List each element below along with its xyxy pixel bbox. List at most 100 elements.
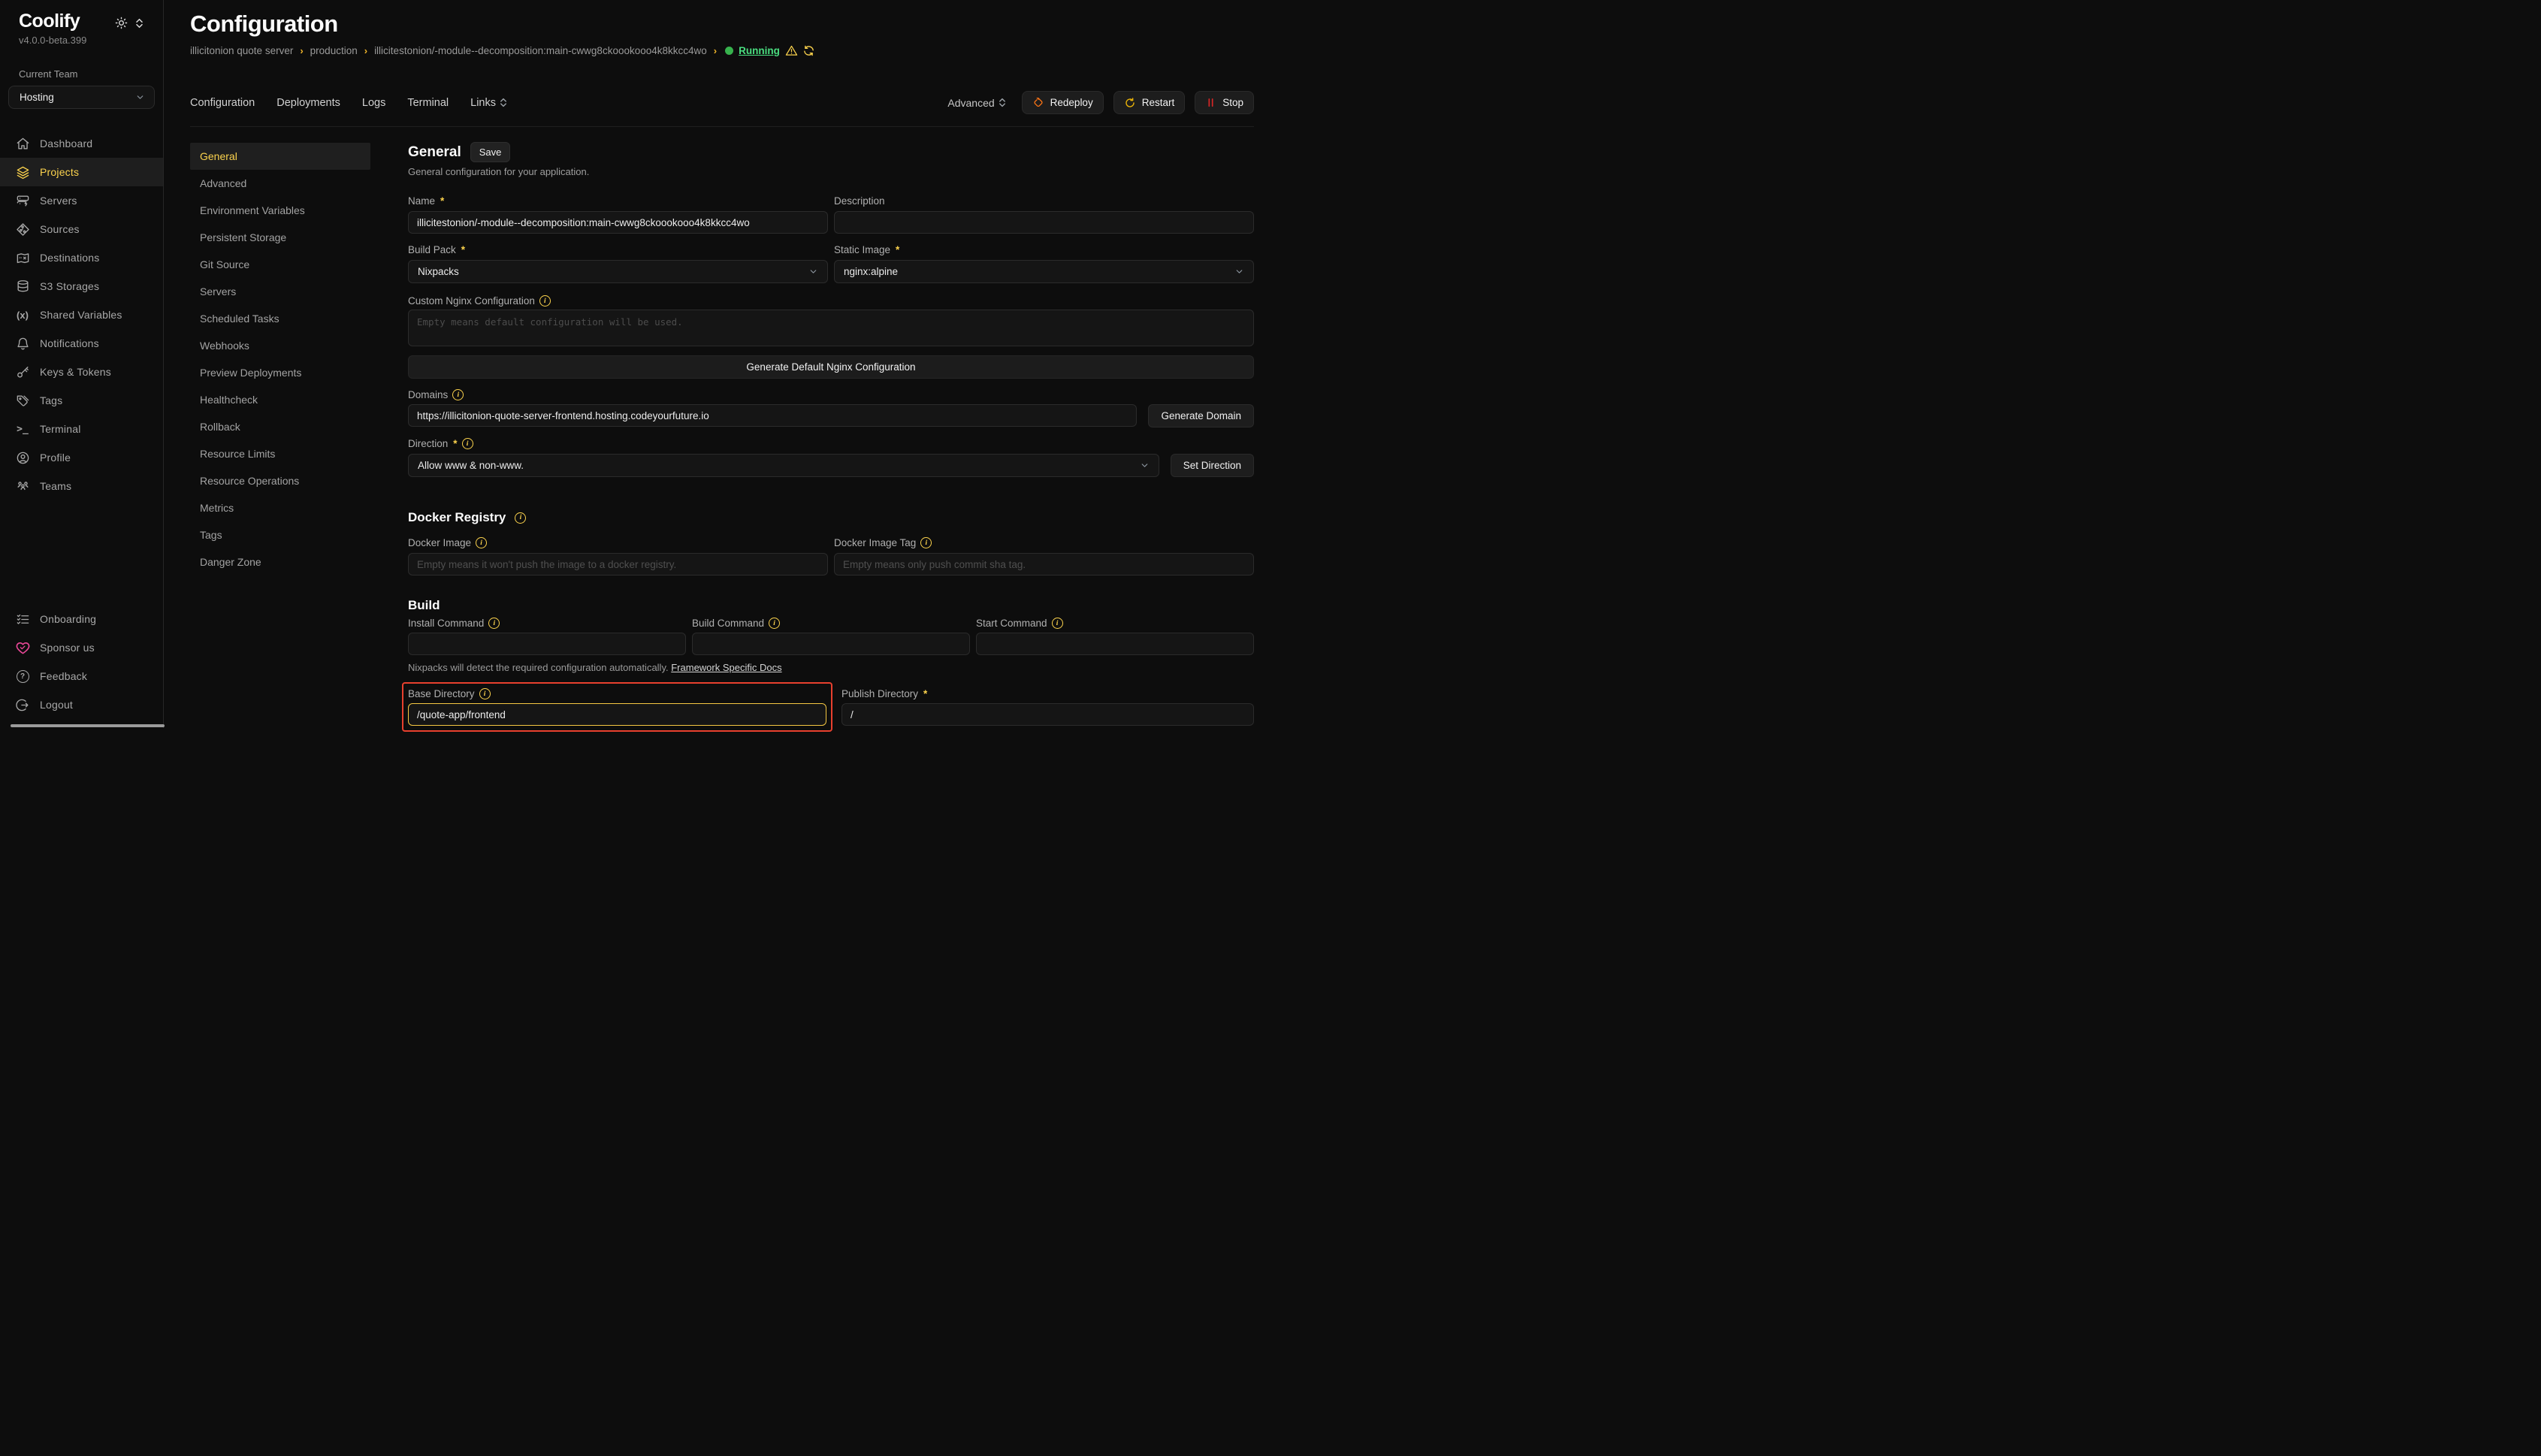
info-icon: i [769, 618, 780, 629]
subnav-tags[interactable]: Tags [190, 521, 370, 548]
sidebar-item-s3-storages[interactable]: S3 Storages [0, 272, 163, 301]
sidebar-item-projects[interactable]: Projects [0, 158, 163, 186]
horizontal-scrollbar[interactable] [11, 724, 165, 727]
required-asterisk [461, 244, 465, 255]
status-running-link[interactable]: Running [739, 45, 780, 56]
install-command-input[interactable] [408, 633, 686, 655]
build-pack-select[interactable]: Nixpacks [408, 260, 828, 283]
sidebar-item-sponsor-us[interactable]: Sponsor us [0, 633, 163, 662]
subnav-general[interactable]: General [190, 143, 370, 170]
static-image-select[interactable]: nginx:alpine [834, 260, 1254, 283]
direction-label: Direction [408, 438, 448, 449]
tabs-row: Configuration Deployments Logs Terminal … [190, 91, 1254, 114]
sidebar-item-feedback[interactable]: ? Feedback [0, 662, 163, 690]
tab-links[interactable]: Links [470, 97, 507, 109]
sidebar-item-destinations[interactable]: Destinations [0, 243, 163, 272]
sidebar-nav: Dashboard Projects Servers Sources Desti… [0, 129, 163, 500]
install-command-label: Install Command [408, 618, 484, 629]
restart-button[interactable]: Restart [1113, 91, 1186, 114]
subnav-resource-operations[interactable]: Resource Operations [190, 467, 370, 494]
sidebar-item-dashboard[interactable]: Dashboard [0, 129, 163, 158]
subnav-preview-deployments[interactable]: Preview Deployments [190, 359, 370, 386]
users-icon [15, 479, 30, 494]
framework-docs-link[interactable]: Framework Specific Docs [671, 662, 781, 673]
subnav-resource-limits[interactable]: Resource Limits [190, 440, 370, 467]
layers-icon [15, 165, 30, 180]
advanced-dropdown[interactable]: Advanced [947, 97, 1005, 109]
breadcrumb-environment[interactable]: production [310, 45, 358, 56]
app-logo[interactable]: Coolify [19, 11, 80, 32]
generate-domain-button[interactable]: Generate Domain [1148, 404, 1254, 427]
subnav-scheduled-tasks[interactable]: Scheduled Tasks [190, 305, 370, 332]
sidebar: Coolify v4.0.0-beta.399 Current Team Hos… [0, 0, 164, 728]
generate-nginx-button[interactable]: Generate Default Nginx Configuration [408, 355, 1254, 379]
tab-terminal[interactable]: Terminal [407, 97, 449, 109]
sidebar-item-notifications[interactable]: Notifications [0, 329, 163, 358]
sidebar-item-teams[interactable]: Teams [0, 472, 163, 500]
breadcrumb: illicitonion quote server › production ›… [190, 44, 1254, 57]
sidebar-item-tags[interactable]: Tags [0, 386, 163, 415]
subnav-danger-zone[interactable]: Danger Zone [190, 548, 370, 575]
stop-button[interactable]: Stop [1195, 91, 1254, 114]
redeploy-button[interactable]: Redeploy [1022, 91, 1104, 114]
subnav-rollback[interactable]: Rollback [190, 413, 370, 440]
general-form: General Save General configuration for y… [408, 142, 1254, 732]
sidebar-item-sources[interactable]: Sources [0, 215, 163, 243]
breadcrumb-project[interactable]: illicitonion quote server [190, 45, 293, 56]
chevron-down-icon [1234, 267, 1244, 276]
sidebar-item-terminal[interactable]: >_ Terminal [0, 415, 163, 443]
tab-deployments[interactable]: Deployments [276, 97, 340, 109]
subnav-metrics[interactable]: Metrics [190, 494, 370, 521]
sidebar-item-onboarding[interactable]: Onboarding [0, 605, 163, 633]
custom-nginx-textarea[interactable] [408, 310, 1254, 346]
sidebar-item-profile[interactable]: Profile [0, 443, 163, 472]
base-directory-label: Base Directory [408, 688, 475, 699]
info-icon: i [1052, 618, 1063, 629]
subnav-git-source[interactable]: Git Source [190, 251, 370, 278]
sidebar-item-logout[interactable]: Logout [0, 690, 163, 719]
server-icon [15, 193, 30, 208]
direction-select[interactable]: Allow www & non-www. [408, 454, 1159, 477]
app-version: v4.0.0-beta.399 [19, 35, 163, 46]
start-command-input[interactable] [976, 633, 1254, 655]
theme-sun-icon[interactable] [115, 17, 128, 29]
sidebar-item-shared-variables[interactable]: (x) Shared Variables [0, 301, 163, 329]
page-title: Configuration [190, 11, 1254, 38]
docker-image-input[interactable] [408, 553, 828, 575]
settings-subnav: General Advanced Environment Variables P… [190, 143, 370, 732]
refresh-status-icon[interactable] [802, 44, 815, 57]
required-asterisk [923, 688, 927, 699]
key-icon [15, 364, 30, 379]
build-command-input[interactable] [692, 633, 970, 655]
question-circle-icon: ? [15, 669, 30, 684]
name-input[interactable] [408, 211, 828, 234]
subnav-environment-variables[interactable]: Environment Variables [190, 197, 370, 224]
info-icon: i [920, 537, 932, 548]
docker-image-label: Docker Image [408, 537, 471, 548]
sidebar-item-keys-tokens[interactable]: Keys & Tokens [0, 358, 163, 386]
base-directory-input[interactable] [408, 703, 826, 726]
description-input[interactable] [834, 211, 1254, 234]
team-select[interactable]: Hosting [8, 86, 155, 109]
subnav-persistent-storage[interactable]: Persistent Storage [190, 224, 370, 251]
docker-image-tag-label: Docker Image Tag [834, 537, 916, 548]
publish-directory-input[interactable] [841, 703, 1254, 726]
set-direction-button[interactable]: Set Direction [1171, 454, 1254, 477]
sidebar-item-servers[interactable]: Servers [0, 186, 163, 215]
chevron-right-icon: › [364, 45, 367, 56]
domains-input[interactable] [408, 404, 1137, 427]
subnav-healthcheck[interactable]: Healthcheck [190, 386, 370, 413]
tab-configuration[interactable]: Configuration [190, 97, 255, 109]
section-title-build: Build [408, 598, 440, 613]
save-button[interactable]: Save [470, 142, 511, 162]
current-team-label: Current Team [19, 68, 163, 80]
subnav-advanced[interactable]: Advanced [190, 170, 370, 197]
subnav-webhooks[interactable]: Webhooks [190, 332, 370, 359]
subnav-servers[interactable]: Servers [190, 278, 370, 305]
nixpacks-helper-text: Nixpacks will detect the required config… [408, 662, 1254, 673]
breadcrumb-application[interactable]: illicitestonion/-module--decomposition:m… [374, 45, 707, 56]
theme-switcher-chevrons-icon[interactable] [135, 18, 144, 29]
docker-image-tag-input[interactable] [834, 553, 1254, 575]
info-icon: i [452, 389, 464, 400]
tab-logs[interactable]: Logs [362, 97, 385, 109]
